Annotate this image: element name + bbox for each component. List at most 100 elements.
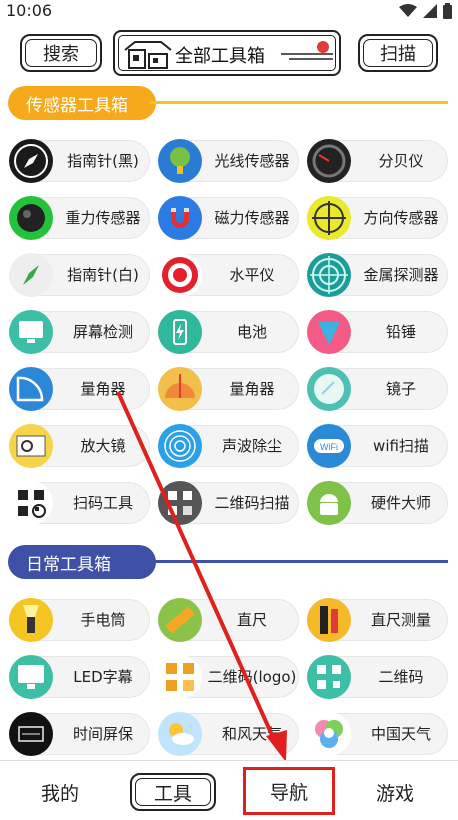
protractor-2-icon — [157, 366, 203, 412]
tool-item[interactable]: 二维码(logo) — [157, 654, 299, 700]
nav-tools[interactable]: 工具 — [130, 773, 216, 811]
tool-item[interactable]: 中国天气 — [306, 711, 448, 757]
tool-item[interactable]: 时间屏保 — [8, 711, 150, 757]
tool-item-label: 方向传感器 — [363, 209, 439, 227]
search-button[interactable]: 搜索 — [20, 34, 102, 72]
tool-item-label: 水平仪 — [229, 266, 275, 284]
tool-item-label: 指南针(白) — [67, 266, 139, 284]
sun-cloud-decoration-icon — [281, 41, 333, 60]
tool-item-label: 重力传感器 — [65, 209, 141, 227]
tool-item-label: 硬件大师 — [370, 494, 431, 512]
android-hardware-icon — [306, 480, 352, 526]
tool-item[interactable]: 磁力传感器 — [157, 195, 299, 241]
clock-screensaver-icon — [8, 711, 54, 757]
status-icons — [399, 3, 452, 19]
nav-mine[interactable]: 我的 — [20, 773, 100, 811]
tool-item[interactable]: 指南针(黑) — [8, 138, 150, 184]
app-header: 搜索 全部工具箱 扫描 — [0, 26, 458, 80]
tool-item-label: 光线传感器 — [214, 152, 290, 170]
tool-item[interactable]: 重力传感器 — [8, 195, 150, 241]
section-divider — [150, 101, 448, 104]
tool-item[interactable]: 方向传感器 — [306, 195, 448, 241]
tool-item-label: 声波除尘 — [221, 437, 282, 455]
magnifier-icon — [8, 423, 54, 469]
tool-item-label: 直尺测量 — [370, 611, 431, 629]
wifi-icon — [399, 4, 417, 17]
tool-item-label: wifi扫描 — [373, 437, 429, 455]
tool-item[interactable]: 硬件大师 — [306, 480, 448, 526]
sonic-clean-icon — [157, 423, 203, 469]
compass-white-icon — [8, 252, 54, 298]
direction-sensor-icon — [306, 195, 352, 241]
qr-scan-tool-icon — [8, 480, 54, 526]
tool-item-label: 磁力传感器 — [214, 209, 290, 227]
signal-icon — [423, 4, 437, 18]
metal-detector-icon — [306, 252, 352, 298]
tool-item[interactable]: 声波除尘 — [157, 423, 299, 469]
tool-item-label: 和风天气 — [221, 725, 282, 743]
ruler-icon — [157, 597, 203, 643]
tool-item-label: 手电筒 — [80, 611, 126, 629]
tool-item[interactable]: 铅锤 — [306, 309, 448, 355]
tool-item[interactable]: 光线传感器 — [157, 138, 299, 184]
tool-item-label: 量角器 — [80, 380, 126, 398]
tool-item[interactable]: 屏幕检测 — [8, 309, 150, 355]
tool-item[interactable]: 水平仪 — [157, 252, 299, 298]
tool-item-label: 量角器 — [229, 380, 275, 398]
tool-item[interactable]: 和风天气 — [157, 711, 299, 757]
nav-games[interactable]: 游戏 — [355, 773, 435, 811]
tool-item[interactable]: LED字幕 — [8, 654, 150, 700]
header-title-box: 全部工具箱 — [113, 30, 341, 76]
tool-item-label: LED字幕 — [73, 668, 133, 686]
gravity-sensor-icon — [8, 195, 54, 241]
magnet-icon — [157, 195, 203, 241]
mirror-icon — [306, 366, 352, 412]
tool-item-label: 金属探测器 — [363, 266, 439, 284]
section-sensor-tools: 传感器工具箱 — [0, 86, 458, 120]
tool-item-label: 直尺 — [236, 611, 267, 629]
tool-item[interactable]: 量角器 — [157, 366, 299, 412]
qr-logo-icon — [157, 654, 203, 700]
svg-text:WiFi: WiFi — [320, 442, 338, 452]
tool-item-label: 指南针(黑) — [67, 152, 139, 170]
level-icon — [157, 252, 203, 298]
qr-code-scan-icon — [157, 480, 203, 526]
wifi-scan-icon: WiFi — [306, 423, 352, 469]
house-illustration-icon — [124, 41, 172, 69]
tool-item[interactable]: 分贝仪 — [306, 138, 448, 184]
tool-item-label: 二维码(logo) — [207, 668, 297, 686]
tool-item-label: 时间屏保 — [72, 725, 133, 743]
compass-black-icon — [8, 138, 54, 184]
scan-button[interactable]: 扫描 — [358, 34, 438, 72]
protractor-icon — [8, 366, 54, 412]
weather-icon — [157, 711, 203, 757]
battery-tool-icon — [157, 309, 203, 355]
screen-test-icon — [8, 309, 54, 355]
tool-item[interactable]: 二维码扫描 — [157, 480, 299, 526]
china-weather-icon — [306, 711, 352, 757]
tool-item-label: 镜子 — [385, 380, 416, 398]
tool-item[interactable]: 量角器 — [8, 366, 150, 412]
flashlight-icon — [8, 597, 54, 643]
tool-item[interactable]: WiFi wifi扫描 — [306, 423, 448, 469]
tool-item-label: 中国天气 — [370, 725, 431, 743]
status-time: 10:06 — [6, 1, 53, 20]
light-sensor-icon — [157, 138, 203, 184]
tool-item[interactable]: 金属探测器 — [306, 252, 448, 298]
tool-item-label: 分贝仪 — [378, 152, 424, 170]
section-divider — [150, 560, 448, 563]
tool-item[interactable]: 直尺测量 — [306, 597, 448, 643]
tool-item[interactable]: 二维码 — [306, 654, 448, 700]
tool-item[interactable]: 放大镜 — [8, 423, 150, 469]
tool-item[interactable]: 扫码工具 — [8, 480, 150, 526]
section-title-daily: 日常工具箱 — [8, 545, 156, 579]
tool-item-label: 屏幕检测 — [72, 323, 133, 341]
tool-item[interactable]: 电池 — [157, 309, 299, 355]
section-daily-tools: 日常工具箱 — [0, 545, 458, 579]
tool-item[interactable]: 指南针(白) — [8, 252, 150, 298]
tool-item[interactable]: 直尺 — [157, 597, 299, 643]
qr-code-icon — [306, 654, 352, 700]
nav-navigation[interactable]: 导航 — [243, 767, 335, 815]
tool-item[interactable]: 镜子 — [306, 366, 448, 412]
tool-item[interactable]: 手电筒 — [8, 597, 150, 643]
